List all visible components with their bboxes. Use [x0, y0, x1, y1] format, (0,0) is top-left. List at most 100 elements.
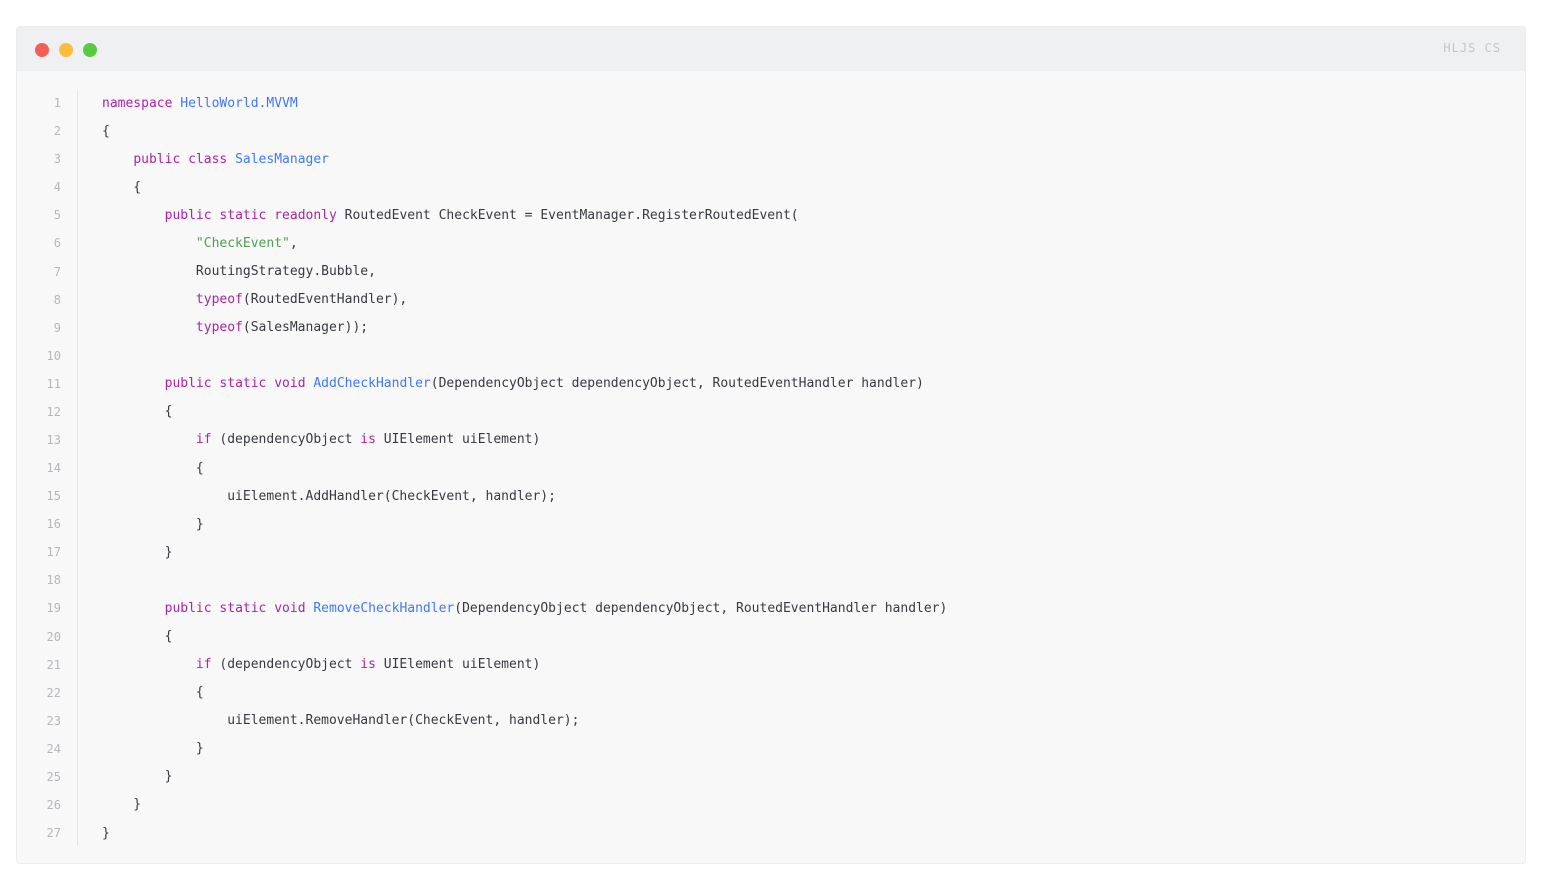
- code-token: }: [102, 544, 173, 560]
- code-token: {: [102, 404, 173, 420]
- code-line: 14 {: [17, 454, 1525, 482]
- code-token: RoutingStrategy.Bubble,: [102, 264, 376, 279]
- line-number: 14: [46, 461, 61, 476]
- code-line: 11 public static void AddCheckHandler(De…: [17, 370, 1525, 398]
- code-line: 26 }: [17, 791, 1525, 819]
- code-token: typeof: [195, 292, 243, 308]
- line-number: 3: [53, 152, 61, 167]
- code-token: (dependencyObject: [211, 657, 361, 673]
- line-number: 9: [53, 320, 61, 335]
- line-number: 10: [46, 348, 61, 363]
- code-line: 2{: [17, 117, 1525, 145]
- line-number: 17: [46, 545, 61, 560]
- line-number: 1: [53, 96, 61, 111]
- code-text: if (dependencyObject is UIElement uiElem…: [102, 432, 540, 447]
- minimize-dot-icon[interactable]: [59, 43, 73, 57]
- code-line: 4 {: [17, 173, 1525, 201]
- code-token: uiElement.AddHandler(CheckEvent, handler…: [102, 488, 556, 504]
- code-text: RoutingStrategy.Bubble,: [102, 264, 376, 279]
- code-token: {: [102, 685, 204, 701]
- line-number: 15: [46, 489, 61, 504]
- code-token: void: [274, 376, 306, 392]
- code-line: 18: [17, 566, 1525, 594]
- close-dot-icon[interactable]: [35, 43, 49, 57]
- code-line: 6 "CheckEvent",: [17, 229, 1525, 257]
- code-text: {: [102, 404, 173, 420]
- code-token: static: [219, 376, 267, 392]
- code-line: 16 }: [17, 510, 1525, 538]
- line-number: 25: [46, 769, 61, 784]
- window-titlebar: HLJS CS: [17, 27, 1525, 71]
- language-label: HLJS CS: [1443, 41, 1501, 55]
- line-number: 6: [53, 236, 61, 251]
- code-token: }: [102, 825, 110, 841]
- code-line: 20 {: [17, 622, 1525, 650]
- code-token: RoutedEvent CheckEvent = EventManager.Re…: [336, 207, 799, 223]
- code-token: public: [164, 207, 212, 223]
- code-line: 9 typeof(SalesManager));: [17, 314, 1525, 342]
- line-number: 21: [46, 657, 61, 672]
- code-text: }: [102, 826, 110, 841]
- code-text: }: [102, 769, 173, 785]
- line-number: 24: [46, 741, 61, 756]
- line-number: 4: [53, 180, 61, 195]
- code-token: public: [133, 151, 181, 167]
- code-line: 19 public static void RemoveCheckHandler…: [17, 594, 1525, 622]
- line-number: 20: [46, 629, 61, 644]
- code-text: {: [102, 461, 204, 476]
- line-number: 12: [46, 404, 61, 419]
- code-token: }: [102, 516, 204, 532]
- line-number: 27: [46, 826, 61, 841]
- code-token: }: [102, 741, 204, 757]
- code-token: SalesManager: [235, 151, 329, 167]
- code-text: typeof(RoutedEventHandler),: [102, 292, 407, 307]
- line-number: 8: [53, 292, 61, 307]
- code-token: if: [195, 432, 212, 448]
- line-number: 5: [53, 208, 61, 223]
- code-text: public static readonly RoutedEvent Check…: [102, 208, 799, 223]
- code-line: 13 if (dependencyObject is UIElement uiE…: [17, 426, 1525, 454]
- code-token: {: [102, 460, 204, 476]
- maximize-dot-icon[interactable]: [83, 43, 97, 57]
- line-number: 13: [46, 432, 61, 447]
- line-number: 19: [46, 601, 61, 616]
- window-controls: [35, 43, 97, 57]
- line-number: 26: [46, 797, 61, 812]
- code-token: namespace: [102, 95, 173, 111]
- code-token: (dependencyObject: [211, 432, 361, 448]
- code-token: is: [360, 432, 376, 448]
- code-token: }: [102, 769, 173, 785]
- code-token: AddCheckHandler: [313, 376, 431, 392]
- code-window: HLJS CS 1 namespace HelloWorld.MVVM 2{3 pu…: [16, 26, 1526, 864]
- code-line: 23 uiElement.RemoveHandler(CheckEvent, h…: [17, 707, 1525, 735]
- code-line: 3 public class SalesManager: [17, 145, 1525, 173]
- code-text: public class SalesManager: [102, 152, 329, 167]
- code-token: UIElement uiElement): [375, 657, 541, 673]
- code-line: 1 namespace HelloWorld.MVVM: [17, 89, 1525, 117]
- code-token: {: [102, 123, 110, 139]
- code-text: {: [102, 685, 204, 700]
- code-line: 22 {: [17, 679, 1525, 707]
- code-text: }: [102, 797, 141, 812]
- code-token: (DependencyObject dependencyObject, Rout…: [430, 376, 924, 392]
- code-token: static: [219, 207, 267, 223]
- code-text: public static void AddCheckHandler(Depen…: [102, 376, 924, 391]
- code-token: "CheckEvent": [195, 235, 290, 251]
- code-token: HelloWorld.MVVM: [180, 95, 298, 111]
- code-token: }: [102, 797, 142, 813]
- line-number: 23: [46, 713, 61, 728]
- line-number: 7: [53, 264, 61, 279]
- code-token: UIElement uiElement): [375, 432, 541, 448]
- code-text: {: [102, 629, 173, 644]
- code-line: 7 RoutingStrategy.Bubble,: [17, 257, 1525, 285]
- code-text: {: [102, 180, 141, 195]
